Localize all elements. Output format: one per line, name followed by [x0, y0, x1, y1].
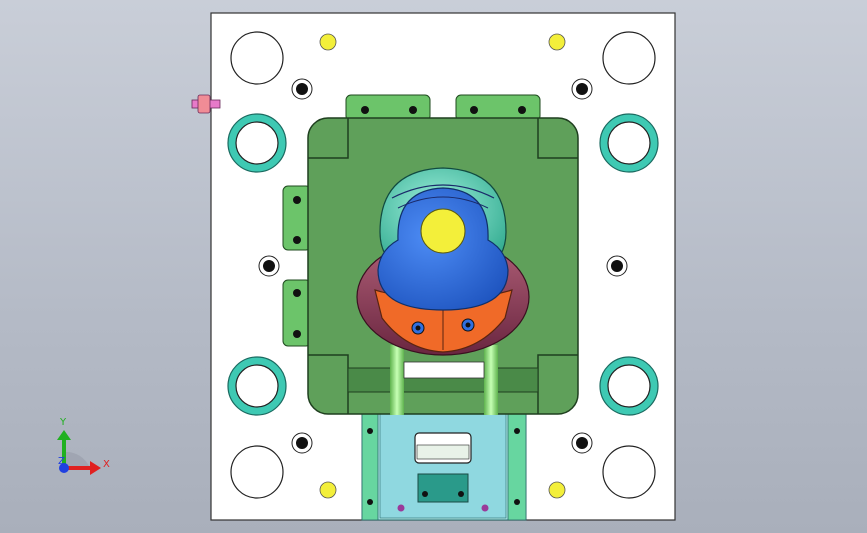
axis-z-label: Z — [58, 456, 65, 467]
guide-bushing-tl — [227, 113, 287, 173]
guide-bushing-tr — [599, 113, 659, 173]
mold-assembly-drawing[interactable]: Y X Z — [0, 0, 867, 533]
corner-hole-tl — [230, 31, 284, 85]
support-block — [361, 411, 527, 521]
cad-viewport[interactable]: Y X Z — [0, 0, 867, 533]
part-yellow-core — [420, 208, 466, 254]
axis-y-label: Y — [59, 417, 67, 428]
corner-hole-br — [602, 445, 656, 499]
coordinate-triad-icon: Y X Z — [57, 417, 110, 475]
axis-x-label: X — [103, 459, 110, 470]
corner-hole-tr — [602, 31, 656, 85]
corner-hole-bl — [230, 445, 284, 499]
guide-bushing-bl — [227, 356, 287, 416]
guide-bushing-br — [599, 356, 659, 416]
